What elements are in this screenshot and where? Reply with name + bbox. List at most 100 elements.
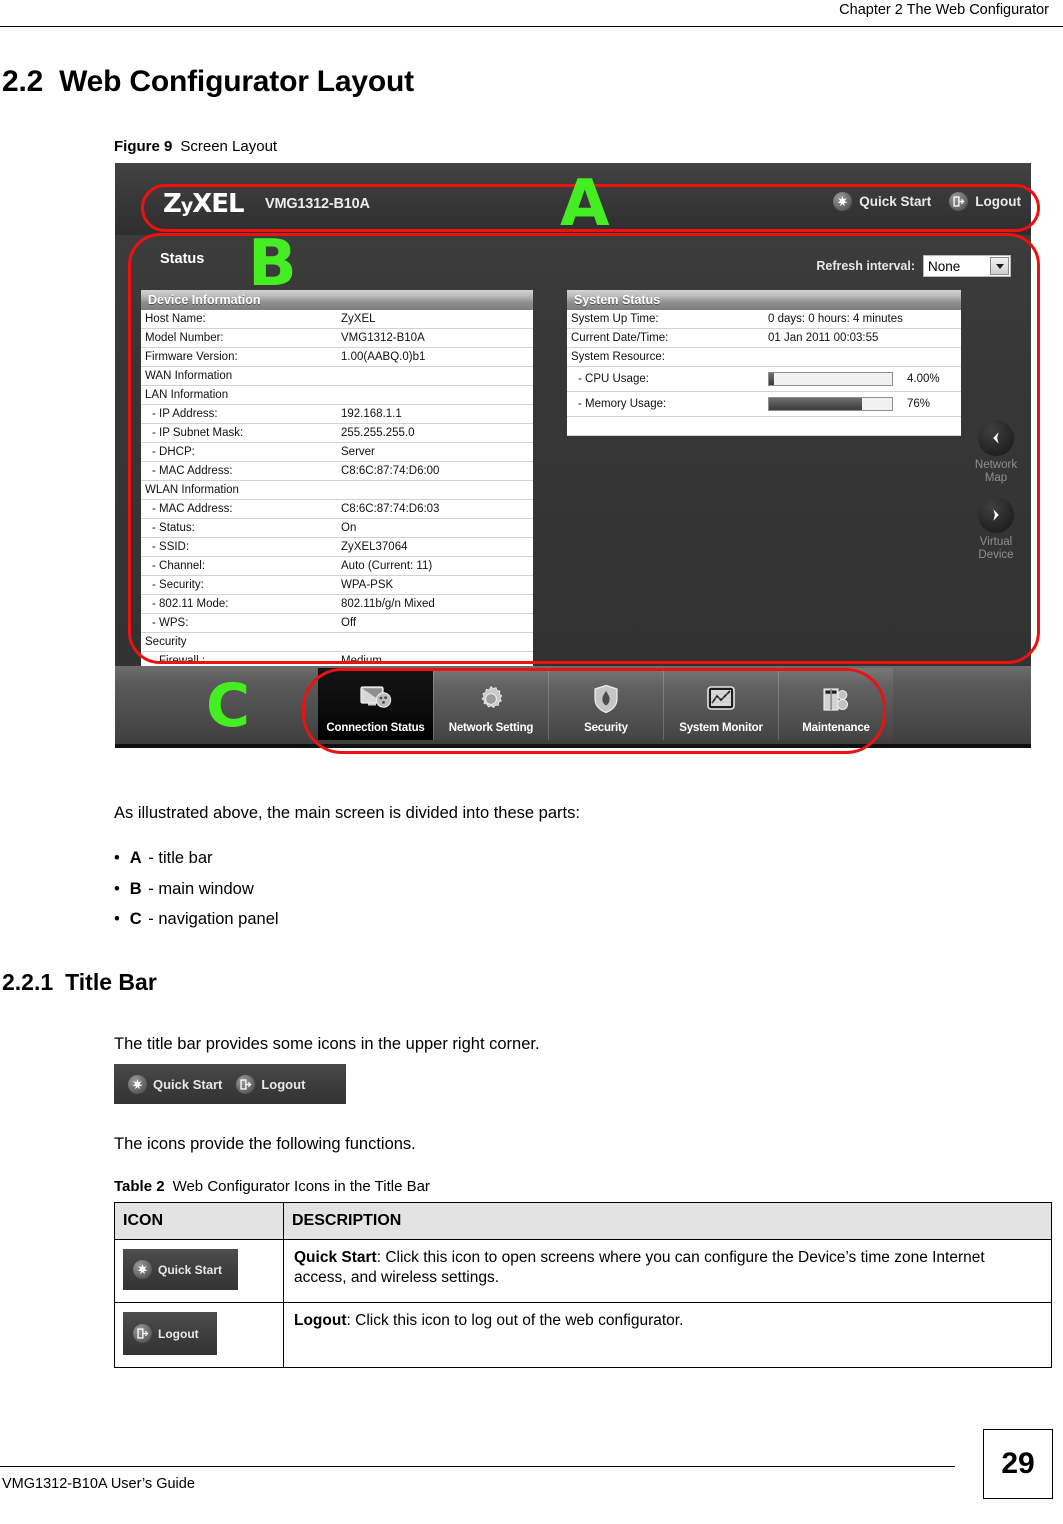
bullet-dot: • <box>114 910 120 929</box>
row-value: ZyXEL <box>337 310 533 329</box>
row-value: ZyXEL37064 <box>337 537 533 557</box>
row-value: VMG1312-B10A <box>337 328 533 348</box>
row-value: On <box>337 518 533 538</box>
section-title: Web Configurator Layout <box>59 65 414 98</box>
footer-rule <box>0 1466 955 1467</box>
row-key: - WPS: <box>141 613 337 633</box>
table-row: Current Date/Time: 01 Jan 2011 00:03:55 <box>567 328 961 348</box>
table-row: Quick Start Quick Start: Click this icon… <box>114 1238 1052 1304</box>
table-row-meter: - Memory Usage: 76% <box>567 391 961 417</box>
memory-usage-bar <box>768 397 893 411</box>
row-value <box>764 347 961 367</box>
header-rule <box>0 26 1063 27</box>
row-value: 0 days: 0 hours: 4 minutes <box>764 310 961 329</box>
table-row: - Security: WPA-PSK <box>141 575 533 595</box>
cell-description-quick-start: Quick Start: Click this icon to open scr… <box>283 1238 1052 1304</box>
chart-icon <box>700 679 742 719</box>
row-key: - IP Address: <box>141 404 337 424</box>
table-header-row: ICON DESCRIPTION <box>114 1202 1052 1240</box>
annotation-letter-b: B <box>248 227 297 301</box>
table-row: - Channel: Auto (Current: 11) <box>141 556 533 576</box>
row-key: Model Number: <box>141 328 337 348</box>
row-key: System Resource: <box>567 347 764 367</box>
logout-button[interactable]: Logout <box>949 192 1021 211</box>
figure-caption-label: Figure 9 <box>114 138 173 155</box>
row-key: - Memory Usage: <box>567 391 764 417</box>
row-value <box>337 385 533 405</box>
description-text: : Click this icon to open screens where … <box>294 1249 985 1287</box>
panel-system-status: System Status System Up Time: 0 days: 0 h… <box>567 290 961 436</box>
table-web-configurator-icons: ICON DESCRIPTION Quick Start Quick Start… <box>114 1202 1052 1369</box>
nav-item-network-setting[interactable]: Network Setting <box>433 668 548 740</box>
bullet-letter: B <box>129 879 142 898</box>
nav-label-security: Security <box>584 722 628 734</box>
cpu-usage-cell: 4.00% <box>764 366 961 392</box>
figure-caption-title: Screen Layout <box>180 138 278 155</box>
network-map-label-line2: Map <box>984 471 1008 484</box>
sample-logout-button[interactable]: Logout <box>236 1074 305 1094</box>
quick-start-icon <box>833 192 853 211</box>
shield-icon <box>585 679 627 719</box>
row-value: C8:6C:87:74:D6:03 <box>337 499 533 519</box>
logout-icon-chip[interactable]: Logout <box>123 1312 217 1356</box>
row-key: LAN Information <box>141 385 337 405</box>
chevron-down-icon[interactable] <box>990 257 1009 275</box>
table-caption-title: Web Configurator Icons in the Title Bar <box>172 1178 430 1195</box>
row-value <box>337 632 533 652</box>
nav-item-connection-status[interactable]: Connection Status <box>318 668 433 740</box>
sample-quick-start-button[interactable]: Quick Start <box>128 1074 222 1094</box>
quick-start-icon-chip[interactable]: Quick Start <box>123 1249 239 1290</box>
row-key: Security <box>141 632 337 652</box>
quick-start-icon <box>128 1074 147 1094</box>
row-key: - 802.11 Mode: <box>141 594 337 614</box>
logout-icon <box>236 1074 256 1094</box>
table-row: Model Number: VMG1312-B10A <box>141 328 533 348</box>
logout-icon <box>949 192 969 211</box>
navigation-strip: Connection Status Network Setting Securi… <box>318 668 893 740</box>
bullet-text: - title bar <box>148 849 213 867</box>
nav-item-maintenance[interactable]: Maintenance <box>778 668 893 740</box>
network-map-button[interactable]: Network Map <box>965 420 1027 485</box>
annotation-letter-c: C <box>206 671 251 741</box>
row-key: - Channel: <box>141 556 337 576</box>
row-value: 01 Jan 2011 00:03:55 <box>764 328 961 348</box>
row-key: - DHCP: <box>141 442 337 462</box>
intro-paragraph: As illustrated above, the main screen is… <box>114 804 580 822</box>
figure-caption: Figure 9 Screen Layout <box>114 138 277 155</box>
cpu-usage-bar <box>768 372 893 386</box>
bullet-text: - navigation panel <box>148 910 279 929</box>
refresh-interval-select[interactable]: None <box>923 255 1011 277</box>
refresh-interval-control: Refresh interval: None <box>816 255 1011 277</box>
row-key: Firmware Version: <box>141 347 337 367</box>
row-key: - CPU Usage: <box>567 366 764 392</box>
refresh-interval-label: Refresh interval: <box>816 259 915 273</box>
row-key: Host Name: <box>141 310 337 329</box>
table-row-meter: - CPU Usage: 4.00% <box>567 366 961 392</box>
table-caption-label: Table 2 <box>114 1178 165 1195</box>
bullet-dot: • <box>114 879 120 898</box>
nav-item-system-monitor[interactable]: System Monitor <box>663 668 778 740</box>
cpu-usage-value: 4.00% <box>907 373 940 385</box>
logout-chip-label: Logout <box>158 1326 199 1341</box>
refresh-interval-value: None <box>928 258 961 274</box>
subsection-title: 2.2.1 Title Bar <box>2 969 157 996</box>
nav-label-maintenance: Maintenance <box>802 722 870 734</box>
table-row: - Status: On <box>141 518 533 538</box>
table-row: Logout Logout: Click this icon to log ou… <box>114 1302 1052 1369</box>
table-row: - MAC Address: C8:6C:87:74:D6:00 <box>141 461 533 481</box>
zyxel-logo: ZyXEL <box>163 189 245 219</box>
logout-icon <box>133 1324 152 1344</box>
row-value <box>337 480 533 500</box>
table-row: - MAC Address: C8:6C:87:74:D6:03 <box>141 499 533 519</box>
row-key: - MAC Address: <box>141 461 337 481</box>
list-item: • A - title bar <box>114 848 279 869</box>
quick-start-button[interactable]: Quick Start <box>833 192 931 211</box>
toolbox-icon <box>815 679 857 719</box>
nav-item-security[interactable]: Security <box>548 668 663 740</box>
row-key: - MAC Address: <box>141 499 337 519</box>
table-row: - IP Subnet Mask: 255.255.255.0 <box>141 423 533 443</box>
virtual-device-button[interactable]: Virtual Device <box>965 496 1027 562</box>
chevron-right-icon <box>978 496 1014 533</box>
memory-usage-value: 76% <box>907 398 931 410</box>
bullet-text: - main window <box>148 879 254 898</box>
